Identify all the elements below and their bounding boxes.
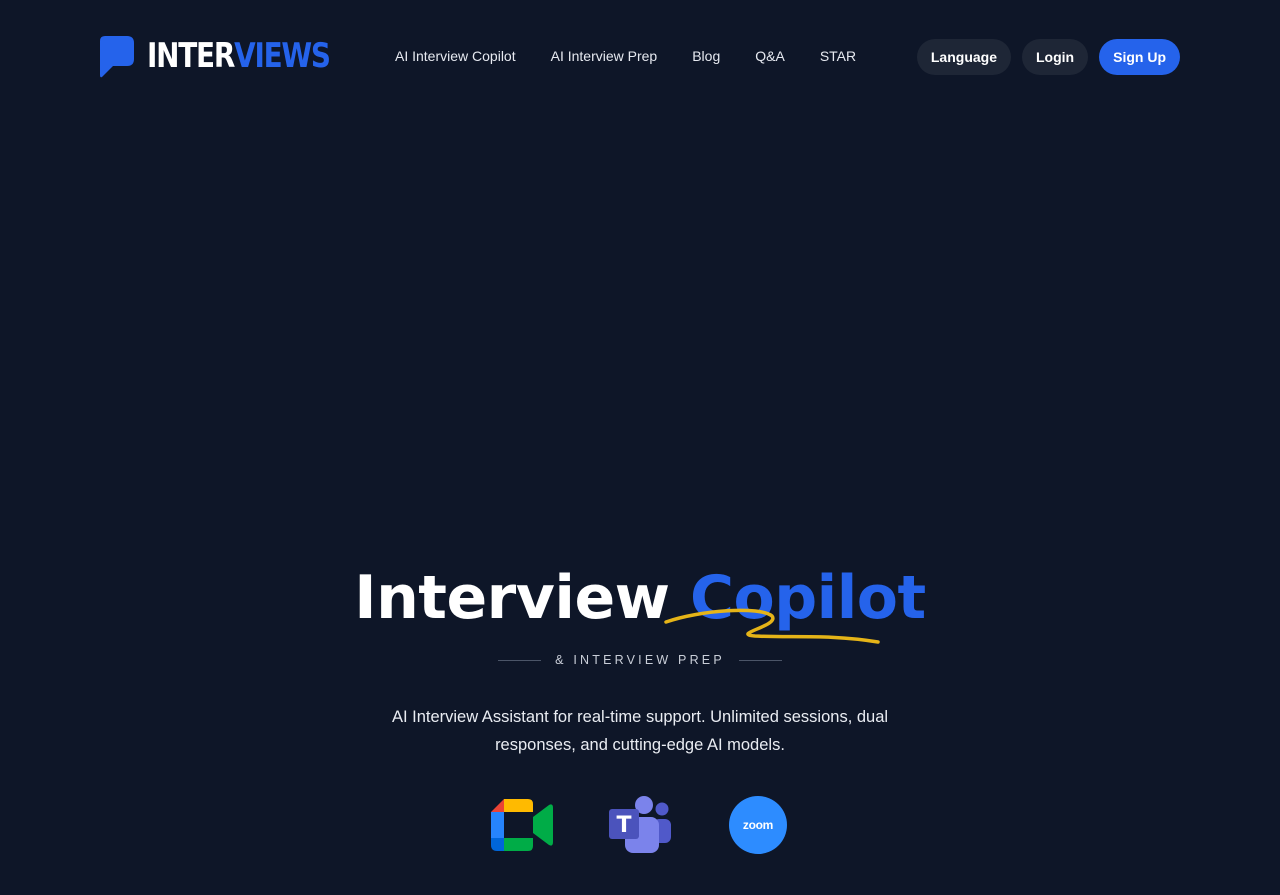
nav-star[interactable]: STAR: [820, 46, 856, 66]
zoom-logo: zoom: [729, 796, 787, 854]
divider-right: [738, 659, 782, 661]
main-nav: AI Interview Copilot AI Interview Prep B…: [395, 46, 856, 66]
hero-section: Interview Copilot & INTERVIEW PREP AI In…: [0, 560, 1280, 855]
logo-wordmark: INTERVIEWS: [147, 36, 331, 76]
nav-qa[interactable]: Q&A: [755, 46, 785, 66]
landing-page: INTERVIEWS AI Interview Copilot AI Inter…: [0, 0, 1280, 895]
signup-button[interactable]: Sign Up: [1099, 39, 1180, 75]
hero-title-accent: Copilot: [689, 563, 926, 633]
teams-letter: T: [616, 813, 631, 838]
site-header: INTERVIEWS AI Interview Copilot AI Inter…: [0, 0, 1280, 112]
hero-subtitle: & INTERVIEW PREP: [555, 653, 725, 667]
hero-title-main: Interview: [354, 563, 670, 633]
nav-ai-interview-prep[interactable]: AI Interview Prep: [551, 46, 658, 66]
logo-text-inter: INTER: [147, 36, 235, 76]
zoom-icon: zoom: [727, 795, 789, 855]
login-button[interactable]: Login: [1022, 39, 1089, 75]
hero-description: AI Interview Assistant for real-time sup…: [391, 708, 889, 754]
language-button[interactable]: Language: [916, 39, 1011, 75]
google-meet-icon: [491, 795, 553, 855]
logo-link[interactable]: INTERVIEWS: [99, 34, 370, 78]
logo-text-views: VIEWS: [234, 36, 331, 76]
nav-blog[interactable]: Blog: [692, 46, 720, 66]
hero-title: Interview Copilot: [354, 560, 926, 644]
header-actions: Language Login Sign Up: [916, 39, 1180, 75]
hero-subtitle-row: & INTERVIEW PREP: [0, 653, 1280, 667]
microsoft-teams-icon: T: [609, 795, 671, 855]
supported-apps: T zoom: [0, 795, 1280, 855]
nav-ai-interview-copilot[interactable]: AI Interview Copilot: [395, 46, 516, 66]
speech-bubble-icon: [100, 36, 134, 78]
divider-left: [498, 659, 542, 661]
